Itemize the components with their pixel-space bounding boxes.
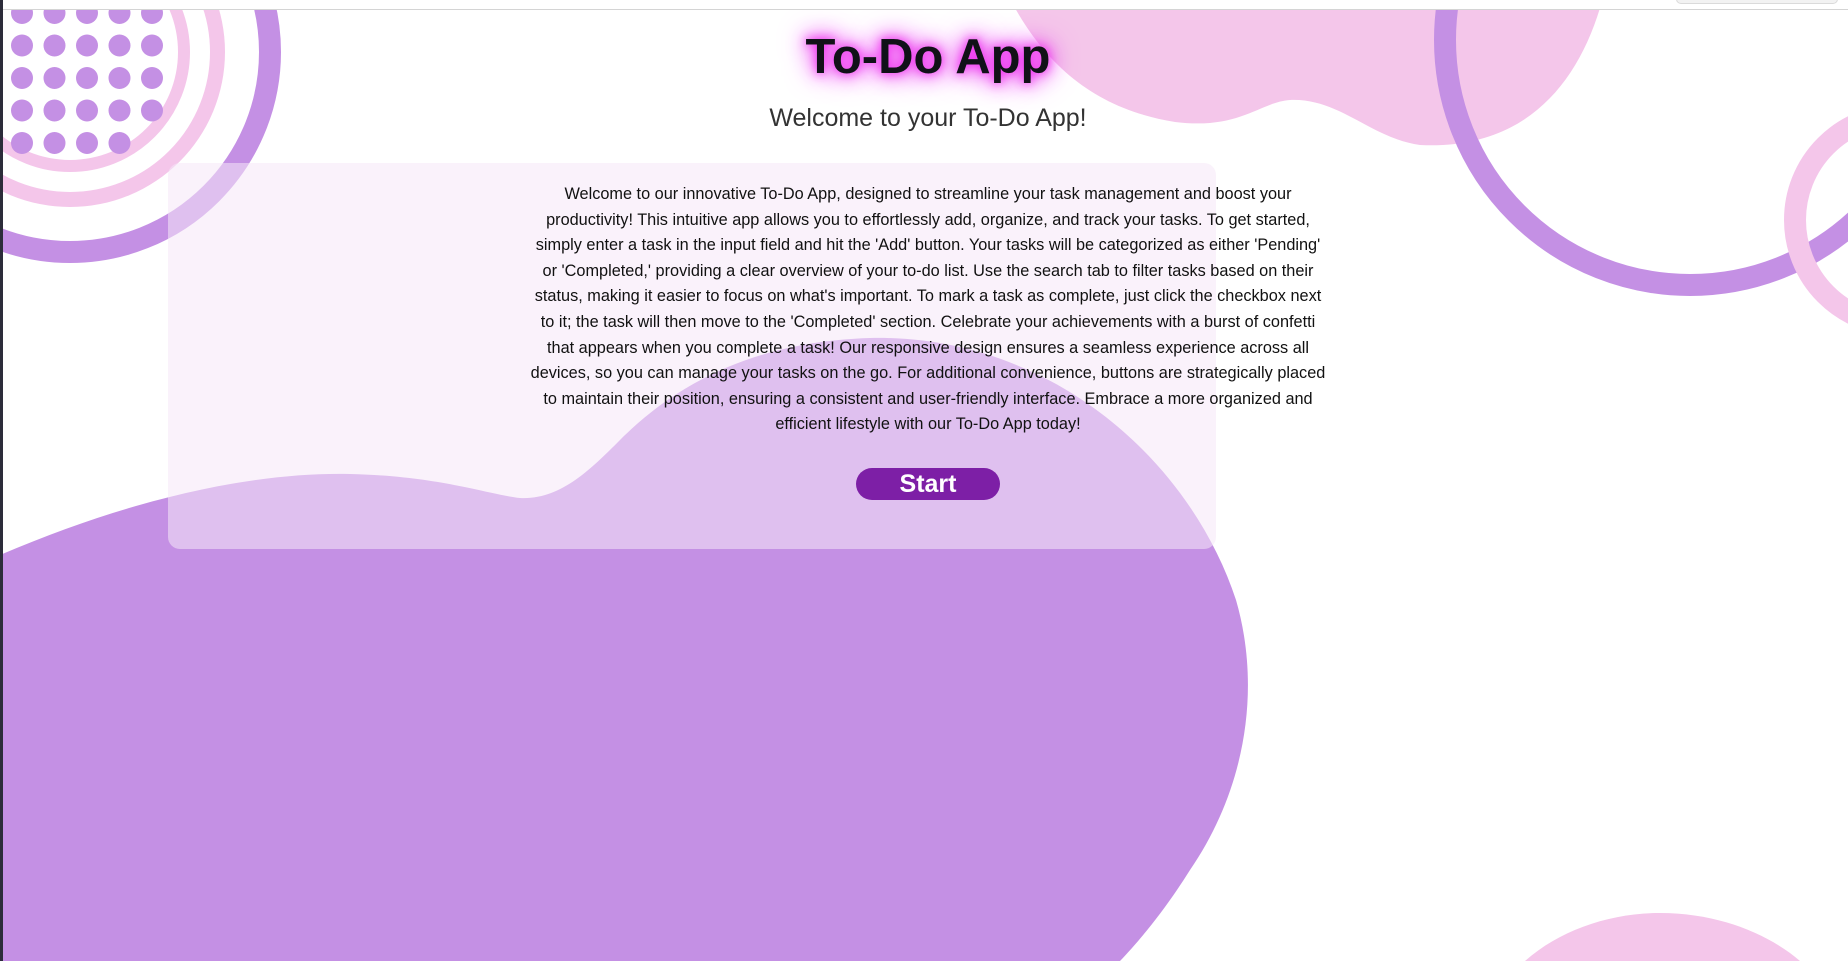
decorative-dot bbox=[43, 132, 66, 154]
browser-top-bar bbox=[3, 0, 1848, 10]
app-description: Welcome to our innovative To-Do App, des… bbox=[530, 185, 1326, 434]
decorative-dot bbox=[11, 132, 33, 154]
top-bar-pill bbox=[1676, 0, 1838, 4]
window-left-edge bbox=[0, 0, 3, 961]
page-title: To-Do App bbox=[805, 30, 1051, 84]
start-button[interactable]: Start bbox=[856, 468, 1000, 500]
bottom-right-pink-blob bbox=[1525, 913, 1800, 961]
page-subtitle: Welcome to your To-Do App! bbox=[769, 104, 1087, 132]
decorative-dot bbox=[108, 132, 131, 154]
decorative-dot bbox=[76, 132, 98, 154]
